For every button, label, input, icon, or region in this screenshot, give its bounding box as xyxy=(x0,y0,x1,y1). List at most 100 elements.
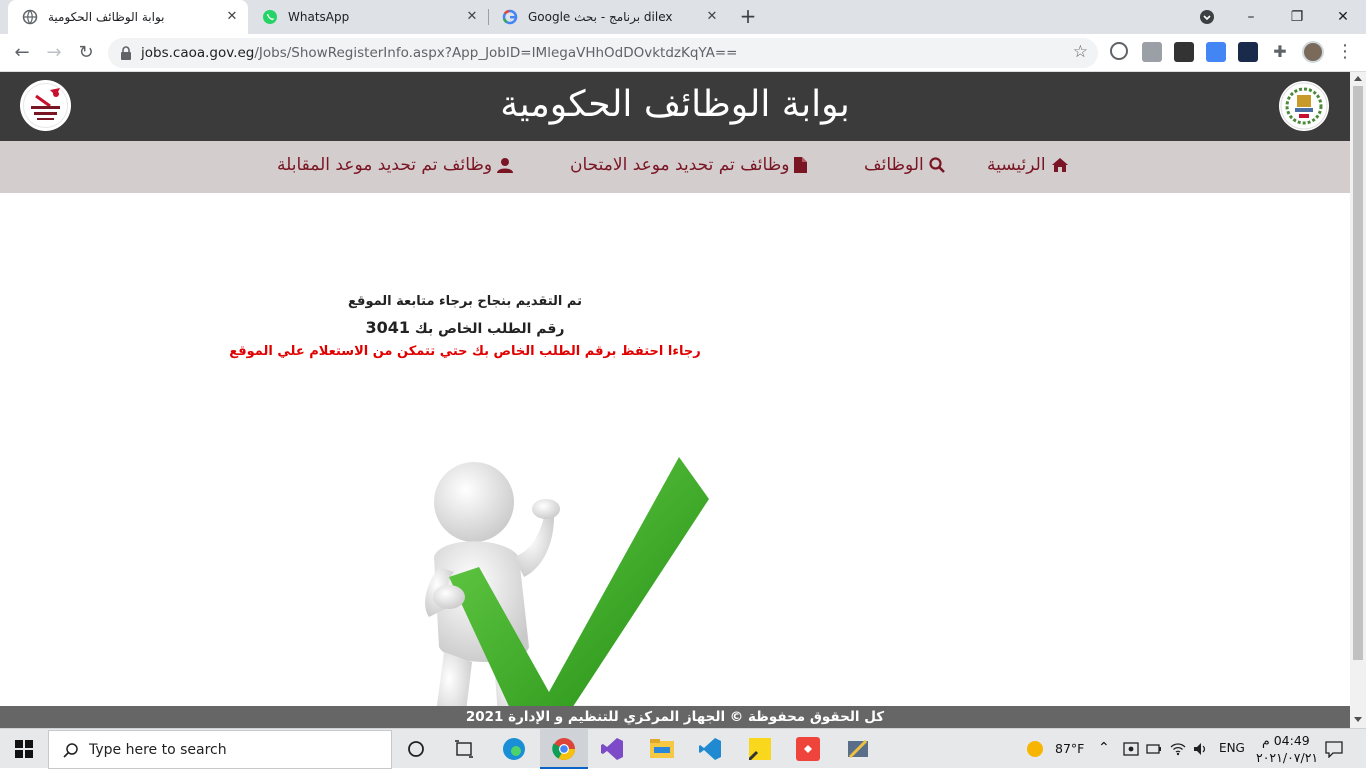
profile-avatar[interactable] xyxy=(1302,41,1324,63)
cortana-button[interactable] xyxy=(392,729,440,769)
tab-search-button[interactable] xyxy=(1184,0,1230,34)
visual-studio-app[interactable] xyxy=(588,729,636,769)
warning-message: رجاءا احتفظ برقم الطلب الخاص بك حتي تتمك… xyxy=(229,344,701,359)
request-number-line: رقم الطلب الخاص بك 3041 xyxy=(0,318,930,337)
windows-taskbar: Type here to search 87°F ⌃ ENG 04:49 م ٢… xyxy=(0,728,1366,769)
sticky-notes-icon xyxy=(749,738,771,760)
news-extension-icon[interactable] xyxy=(1174,42,1194,62)
weather-temperature[interactable]: 87°F xyxy=(1055,741,1084,756)
scroll-down-arrow[interactable] xyxy=(1354,717,1362,722)
extension-icon[interactable] xyxy=(1110,42,1128,60)
folder-icon xyxy=(650,739,674,758)
chevron-down-icon xyxy=(1200,10,1214,24)
success-message: تم التقديم بنجاح برجاء متابعة الموقع xyxy=(348,294,582,309)
address-bar[interactable]: jobs.caoa.gov.eg/Jobs/ShowRegisterInfo.a… xyxy=(108,38,1098,68)
task-view-button[interactable] xyxy=(440,729,488,769)
success-checkmark-illustration xyxy=(354,457,754,728)
site-nav: الرئيسية الوظائف وظائف تم تحديد موعد الا… xyxy=(0,141,1350,193)
dark-extension-icon[interactable] xyxy=(1238,42,1258,62)
url-text: jobs.caoa.gov.eg/Jobs/ShowRegisterInfo.a… xyxy=(141,45,738,61)
tab-google-search[interactable]: dilex برنامج - بحث Google ✕ xyxy=(488,0,728,34)
request-number: 3041 xyxy=(365,318,411,337)
new-tab-button[interactable]: + xyxy=(737,6,759,28)
government-emblem-logo[interactable] xyxy=(1279,81,1329,131)
close-icon[interactable]: ✕ xyxy=(704,9,720,25)
file-explorer-app[interactable] xyxy=(638,729,686,769)
request-number-label: رقم الطلب الخاص بك xyxy=(414,321,565,337)
bookmark-star-icon[interactable]: ☆ xyxy=(1073,42,1088,62)
back-button[interactable]: ← xyxy=(8,40,36,66)
anydesk-app[interactable] xyxy=(784,729,832,769)
search-placeholder: Type here to search xyxy=(89,742,227,758)
action-center-icon[interactable] xyxy=(1325,740,1343,758)
chrome-app[interactable] xyxy=(540,729,588,769)
window-close-button[interactable]: ✕ xyxy=(1320,0,1366,34)
forward-button[interactable]: → xyxy=(40,40,68,66)
tab-title: dilex برنامج - بحث Google xyxy=(528,10,673,24)
page-title: بوابة الوظائف الحكومية xyxy=(500,84,850,125)
emblem-image xyxy=(1280,82,1328,130)
close-icon[interactable]: ✕ xyxy=(224,9,240,25)
sticky-notes-app[interactable] xyxy=(736,729,784,769)
battery-icon[interactable] xyxy=(1146,741,1162,757)
puzzle-extensions-icon[interactable]: ✚ xyxy=(1270,42,1290,62)
browser-toolbar: ← → ↻ jobs.caoa.gov.eg/Jobs/ShowRegister… xyxy=(0,34,1366,72)
vscode-icon xyxy=(699,738,721,760)
site-footer: كل الحقوق محفوظة © الجهاز المركزي للتنظي… xyxy=(0,706,1350,728)
globe-icon xyxy=(22,9,38,25)
scroll-up-arrow[interactable] xyxy=(1354,76,1362,81)
clock-time[interactable]: 04:49 م xyxy=(1262,733,1310,748)
anydesk-icon xyxy=(796,737,820,761)
notification-tray-icon[interactable] xyxy=(1123,741,1139,757)
start-button[interactable] xyxy=(0,729,48,769)
nav-jobs[interactable]: الوظائف xyxy=(864,155,945,175)
tray-chevron-up-icon[interactable]: ⌃ xyxy=(1098,740,1110,756)
file-icon xyxy=(794,157,808,173)
tab-title: بوابة الوظائف الحكومية xyxy=(48,10,165,24)
weather-sun-icon xyxy=(1027,741,1043,757)
home-icon xyxy=(1051,158,1068,172)
screenshot-extension-icon[interactable] xyxy=(1142,42,1162,62)
task-view-icon xyxy=(455,740,473,758)
visual-studio-icon xyxy=(601,738,623,760)
user-icon xyxy=(497,158,514,173)
vscode-app[interactable] xyxy=(686,729,734,769)
nav-interview-scheduled[interactable]: وظائف تم تحديد موعد المقابلة xyxy=(277,155,514,175)
search-icon xyxy=(929,157,945,173)
input-language[interactable]: ENG xyxy=(1219,741,1245,755)
site-header: بوابة الوظائف الحكومية xyxy=(0,72,1350,141)
google-icon xyxy=(502,9,518,25)
edge-icon xyxy=(503,738,525,760)
edge-app[interactable] xyxy=(490,729,538,769)
nav-home-label: الرئيسية xyxy=(987,155,1046,175)
browser-tab-strip: بوابة الوظائف الحكومية ✕ WhatsApp ✕ dile… xyxy=(0,0,1366,34)
nav-exam-scheduled[interactable]: وظائف تم تحديد موعد الامتحان xyxy=(570,155,808,175)
reload-button[interactable]: ↻ xyxy=(72,40,100,66)
wifi-icon[interactable] xyxy=(1170,741,1186,757)
nav-home[interactable]: الرئيسية xyxy=(987,155,1069,175)
tab-jobs-portal[interactable]: بوابة الوظائف الحكومية ✕ xyxy=(8,0,248,34)
cortana-icon xyxy=(408,741,424,757)
tools-app[interactable] xyxy=(834,729,882,769)
lock-icon xyxy=(121,46,131,60)
nav-exam-label: وظائف تم تحديد موعد الامتحان xyxy=(570,155,790,175)
windows-logo-icon xyxy=(15,740,33,758)
url-path: /Jobs/ShowRegisterInfo.aspx?App_JobID=IM… xyxy=(254,45,738,61)
minimize-button[interactable]: – xyxy=(1228,0,1274,34)
volume-icon[interactable] xyxy=(1193,741,1209,757)
restore-button[interactable]: ❐ xyxy=(1274,0,1320,34)
close-icon[interactable]: ✕ xyxy=(464,9,480,25)
clock-date[interactable]: ٢٠٢١/٠٧/٢١ xyxy=(1256,750,1318,765)
more-menu-icon[interactable]: ⋮ xyxy=(1336,41,1354,62)
nav-jobs-label: الوظائف xyxy=(864,155,924,175)
tab-whatsapp[interactable]: WhatsApp ✕ xyxy=(248,0,488,34)
taskbar-search-input[interactable]: Type here to search xyxy=(48,730,392,769)
page-scrollbar[interactable] xyxy=(1350,72,1366,728)
tab-title: WhatsApp xyxy=(288,10,350,24)
scroll-thumb[interactable] xyxy=(1353,86,1363,660)
nav-interview-label: وظائف تم تحديد موعد المقابلة xyxy=(277,155,493,175)
url-host: jobs.caoa.gov.eg xyxy=(141,45,255,61)
whatsapp-icon xyxy=(263,10,277,24)
page-viewport: بوابة الوظائف الحكومية الرئيسية الوظائف … xyxy=(0,72,1350,728)
translate-extension-icon[interactable] xyxy=(1206,42,1226,62)
